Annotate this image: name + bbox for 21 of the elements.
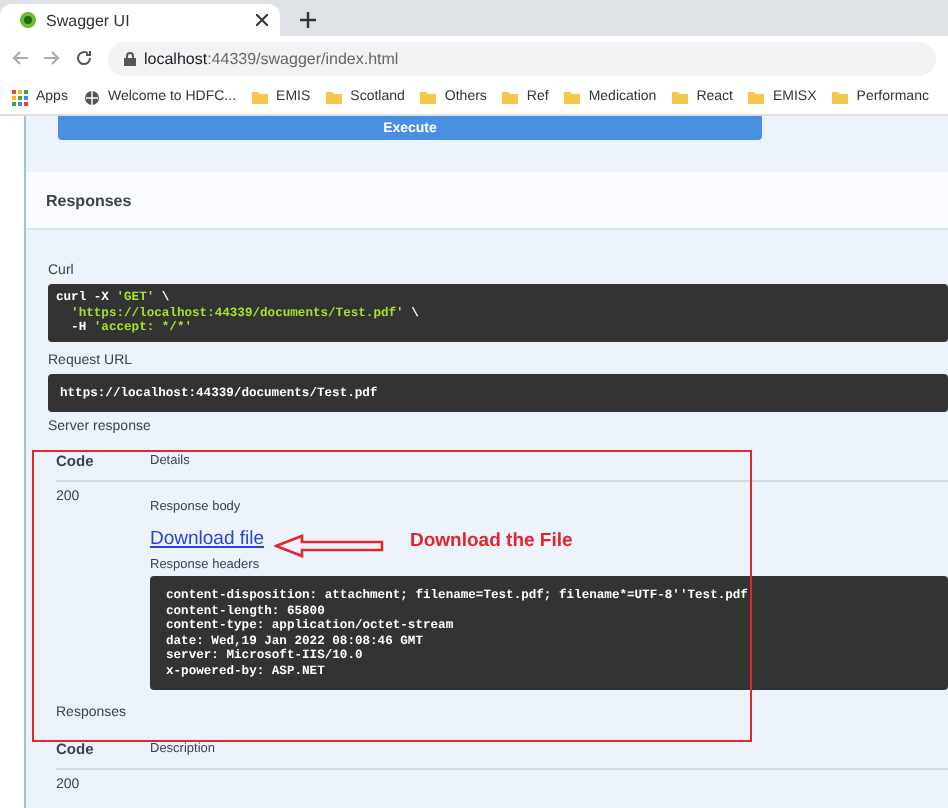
responses-title: Responses [46,191,132,209]
address-bar[interactable]: localhost:44339/swagger/index.html [108,41,936,75]
folder-icon [564,90,581,104]
folder-icon [326,90,343,104]
swagger-logo-icon [20,12,36,28]
folder-icon [672,90,689,104]
folder-icon [502,90,519,104]
lock-icon [124,51,136,65]
globe-icon [83,89,100,105]
folder-icon [420,90,437,104]
annotation-text: Download the File [410,530,573,552]
close-icon[interactable] [256,14,268,26]
folder-icon [252,90,269,104]
apps-grid-icon [12,89,28,105]
reload-icon[interactable] [76,50,92,66]
new-tab-icon[interactable] [300,12,316,28]
download-link[interactable]: Download file [150,526,265,556]
tab-title: Swagger UI [46,11,132,29]
browser-tab[interactable]: Swagger UI [0,4,280,36]
folder-icon [748,90,765,104]
folder-icon [832,90,849,104]
